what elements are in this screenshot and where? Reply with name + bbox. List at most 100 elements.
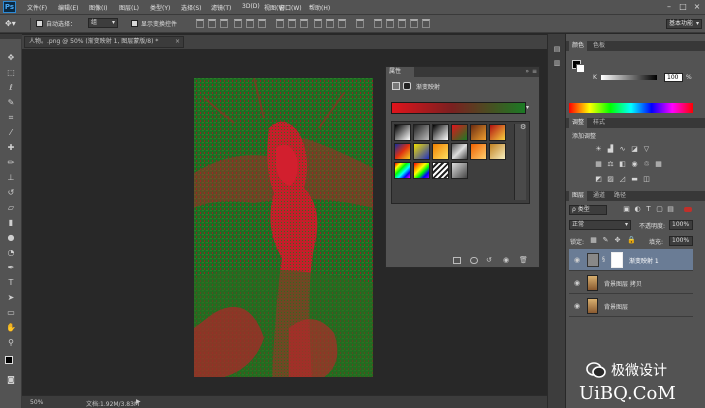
type-tool-icon[interactable]: T [5,277,17,288]
distribute-hcenter-icon[interactable] [326,19,334,28]
lock-transparent-icon[interactable]: ▦ [589,236,598,245]
crop-tool-icon[interactable]: ⌗ [5,112,17,123]
align-top-icon[interactable] [196,19,204,28]
align-vcenter-icon[interactable] [208,19,216,28]
tab-adjustments[interactable]: 调整 [569,118,588,128]
layer-row-background-copy[interactable]: ◉ 背景图层 拷贝 [569,272,693,294]
zoom-tool-icon[interactable]: ⚲ [5,337,17,348]
gradient-swatch-13[interactable] [394,162,411,179]
document-tab[interactable]: 人物。.png @ 50% (渐变映射 1, 图层蒙版/8) * [24,36,184,48]
toolbar-grip[interactable] [0,34,22,39]
opacity-input[interactable]: 100% [669,220,693,230]
menu-3d[interactable]: 3D(D) [242,3,260,10]
gradient-swatch-10[interactable] [451,143,468,160]
gradient-swatch-6[interactable] [489,124,506,141]
gradient-map-icon[interactable]: ▬ [630,175,639,184]
visibility-icon[interactable]: ◉ [503,256,509,264]
eye-icon[interactable]: ◉ [573,279,581,287]
brush-tool-icon[interactable]: ✏ [5,157,17,168]
eye-icon[interactable]: ◉ [573,256,581,264]
pen-tool-icon[interactable]: ✒ [5,262,17,273]
layer-name[interactable]: 背景图层 拷贝 [604,279,642,288]
healing-brush-tool-icon[interactable]: ✚ [5,142,17,153]
clip-to-layer-icon[interactable] [453,257,461,264]
chevron-down-icon[interactable]: ▾ [526,104,529,111]
tab-layers[interactable]: 图层 [569,191,588,201]
menu-file[interactable]: 文件(F) [27,3,47,12]
brightness-icon[interactable]: ☀ [594,145,603,154]
gradient-swatch-4[interactable] [451,124,468,141]
gradient-tool-icon[interactable]: ▮ [5,217,17,228]
auto-align-icon[interactable] [356,19,364,28]
distribute-top-icon[interactable] [276,19,284,28]
layer-row-gradient-map[interactable]: ◉ § 渐变映射 1 [569,249,693,271]
tab-paths[interactable]: 路径 [611,191,629,201]
color-spectrum[interactable] [569,103,693,113]
blend-mode-dropdown[interactable]: 正常 ▾ [569,220,631,230]
gradient-swatch-5[interactable] [470,124,487,141]
panel-menu-icon[interactable]: ≡ [532,68,537,75]
vibrance-icon[interactable]: ▽ [642,145,651,154]
marquee-tool-icon[interactable]: ⬚ [5,67,17,78]
eye-icon[interactable]: ◉ [573,302,581,310]
blur-tool-icon[interactable]: ● [5,232,17,243]
menu-edit[interactable]: 编辑(E) [58,3,78,12]
filter-shape-icon[interactable]: ▢ [655,205,664,214]
filter-type-icon[interactable]: T [644,205,653,214]
3d-rotate-icon[interactable] [386,19,394,28]
move-tool-preset-icon[interactable]: ✥▾ [5,19,16,28]
quick-select-tool-icon[interactable]: ✎ [5,97,17,108]
distribute-left-icon[interactable] [314,19,322,28]
3d-roll-icon[interactable] [398,19,406,28]
align-left-icon[interactable] [234,19,242,28]
threshold-icon[interactable]: ◿ [618,175,627,184]
close-icon[interactable]: × [692,2,702,12]
show-transform-checkbox[interactable] [131,20,138,27]
filter-smart-icon[interactable]: ▤ [666,205,675,214]
properties-tab[interactable]: 属性 [386,67,414,77]
close-tab-icon[interactable]: × [175,38,180,45]
distribute-vcenter-icon[interactable] [288,19,296,28]
photo-filter-icon[interactable]: ◉ [630,160,639,169]
gradient-swatch-12[interactable] [489,143,506,160]
tab-swatches[interactable]: 色板 [590,41,608,51]
channel-mixer-icon[interactable]: ♲ [642,160,651,169]
auto-select-checkbox[interactable] [36,20,43,27]
filter-toggle[interactable] [684,207,692,212]
distribute-right-icon[interactable] [338,19,346,28]
color-lookup-icon[interactable]: ▦ [654,160,663,169]
hue-saturation-icon[interactable]: ▦ [594,160,603,169]
link-icon[interactable]: § [602,256,605,263]
3d-mode-icon[interactable] [374,19,382,28]
align-hcenter-icon[interactable] [246,19,254,28]
lock-pixels-icon[interactable]: ✎ [601,236,610,245]
layer-name[interactable]: 渐变映射 1 [629,256,659,265]
align-bottom-icon[interactable] [220,19,228,28]
minimize-icon[interactable]: – [664,2,674,12]
lock-position-icon[interactable]: ✥ [613,236,622,245]
menu-type[interactable]: 类型(Y) [150,3,170,12]
tab-color[interactable]: 颜色 [569,41,588,51]
black-white-icon[interactable]: ◧ [618,160,627,169]
gradient-swatch-1[interactable] [394,124,411,141]
reset-icon[interactable]: ↺ [486,256,492,264]
filter-pixel-icon[interactable]: ▣ [622,205,631,214]
menu-help[interactable]: 帮助(H) [309,3,330,12]
view-previous-icon[interactable] [470,257,478,264]
gradient-swatch-15[interactable] [432,162,449,179]
properties-icon[interactable]: ▥ [552,59,562,69]
filter-adjustment-icon[interactable]: ◐ [633,205,642,214]
exposure-icon[interactable]: ◪ [630,145,639,154]
k-value-input[interactable]: 100 [664,73,683,82]
3d-slide-icon[interactable] [422,19,430,28]
canvas-image[interactable] [194,78,373,377]
gear-icon[interactable]: ⚙ [520,123,526,131]
tab-channels[interactable]: 通道 [590,191,608,201]
curves-icon[interactable]: ∿ [618,145,627,154]
gradient-swatch-7[interactable] [394,143,411,160]
align-right-icon[interactable] [258,19,266,28]
picker-scrollbar[interactable] [514,124,526,200]
fill-input[interactable]: 100% [669,236,693,246]
gradient-swatch-2[interactable] [413,124,430,141]
status-menu-arrow-icon[interactable]: ▶ [136,398,141,405]
